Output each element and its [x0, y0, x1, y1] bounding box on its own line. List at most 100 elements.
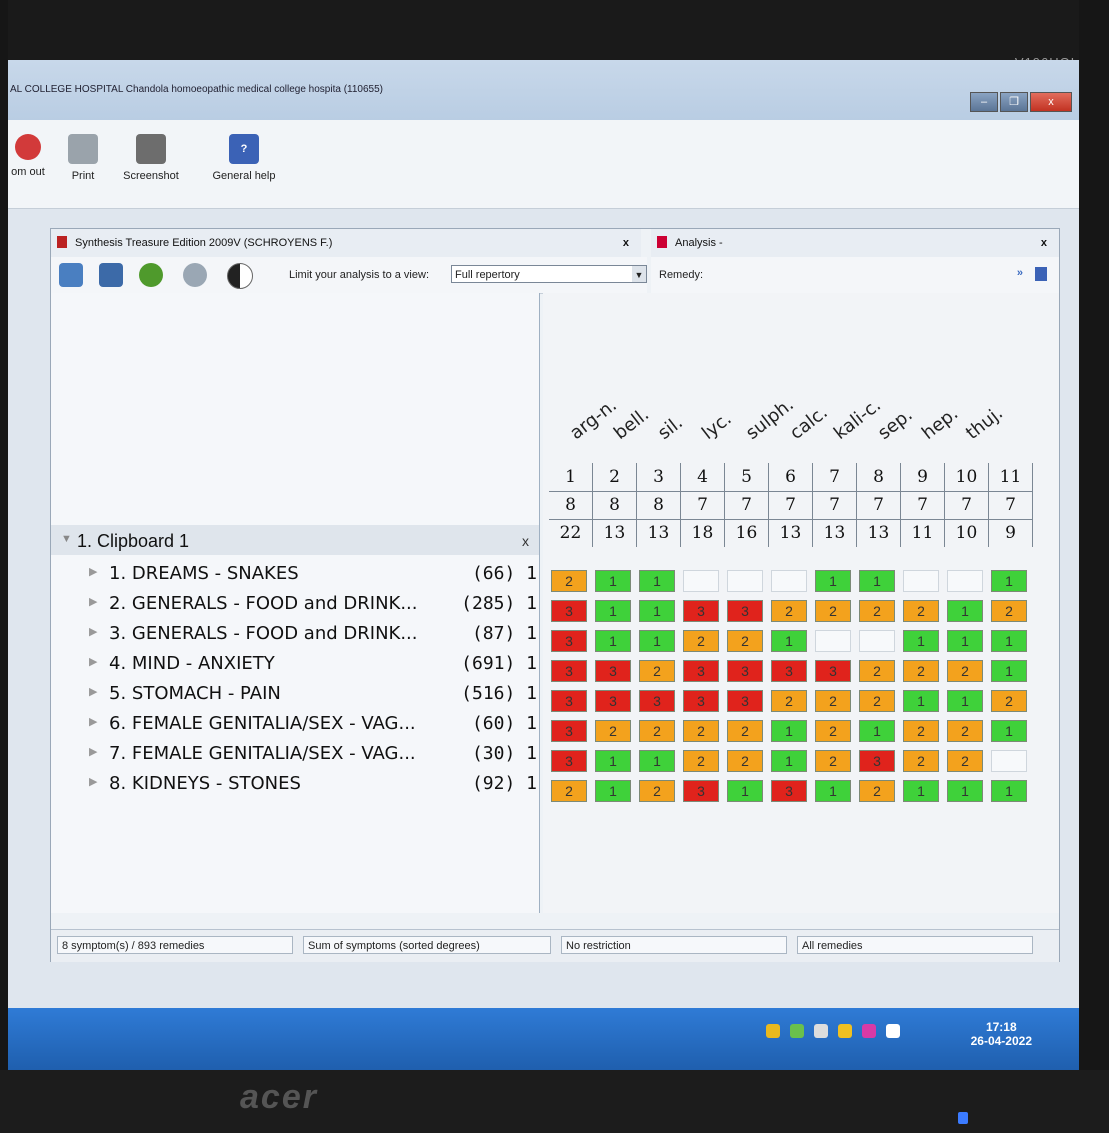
grade-cell[interactable]: 1 [991, 660, 1027, 682]
grade-cell[interactable]: 2 [903, 750, 939, 772]
grade-cell[interactable]: 3 [639, 690, 675, 712]
expand-icon[interactable]: ▶ [89, 775, 97, 788]
grade-cell[interactable]: 3 [551, 720, 587, 742]
symptom-row[interactable]: ▶ 3. GENERALS - FOOD and DRINK... (87) 1 [51, 619, 539, 649]
grade-cell[interactable]: 1 [903, 630, 939, 652]
globe-icon[interactable] [183, 263, 207, 287]
grade-cell[interactable]: 1 [991, 630, 1027, 652]
grade-cell[interactable]: 2 [947, 660, 983, 682]
grade-cell[interactable]: 2 [771, 690, 807, 712]
tray-flag-icon[interactable] [886, 1024, 900, 1038]
grade-cell[interactable]: 1 [595, 630, 631, 652]
grade-cell[interactable]: 1 [859, 570, 895, 592]
remedy-name[interactable]: lyc. [698, 408, 736, 444]
remedy-name[interactable]: sulph. [742, 394, 798, 444]
expand-icon[interactable]: ▶ [89, 595, 97, 608]
grade-cell[interactable]: 1 [595, 750, 631, 772]
grade-cell[interactable]: 2 [815, 600, 851, 622]
grade-cell[interactable]: 2 [551, 780, 587, 802]
clipboard-header[interactable]: ▼ 1. Clipboard 1 x [51, 525, 539, 555]
grade-cell[interactable]: 1 [595, 600, 631, 622]
grade-cell[interactable]: 1 [595, 570, 631, 592]
grade-cell[interactable]: 2 [815, 690, 851, 712]
symptom-row[interactable]: ▶ 8. KIDNEYS - STONES (92) 1 [51, 769, 539, 799]
grade-cell[interactable]: 1 [771, 630, 807, 652]
grade-cell[interactable]: 3 [551, 750, 587, 772]
grade-cell[interactable]: 3 [551, 690, 587, 712]
expand-icon[interactable]: ▶ [89, 655, 97, 668]
double-chevron-icon[interactable]: » [1017, 267, 1023, 279]
grade-cell[interactable]: 2 [595, 720, 631, 742]
tray-q-icon[interactable] [862, 1024, 876, 1038]
grade-cell[interactable]: 1 [595, 780, 631, 802]
synthesis-tab[interactable]: Synthesis Treasure Edition 2009V (SCHROY… [51, 229, 641, 258]
expand-icon[interactable]: ▶ [89, 685, 97, 698]
zoom-out-button[interactable]: om out [8, 134, 48, 178]
grade-cell[interactable]: 2 [859, 600, 895, 622]
grade-cell[interactable] [727, 570, 763, 592]
grade-cell[interactable]: 1 [815, 780, 851, 802]
tray-app-icon[interactable] [766, 1024, 780, 1038]
grade-cell[interactable]: 1 [639, 570, 675, 592]
remedy-name[interactable]: thuj. [962, 402, 1007, 444]
print-button[interactable]: Print [58, 134, 108, 182]
close-analysis-tab-button[interactable]: x [1041, 237, 1047, 249]
grade-cell[interactable]: 2 [639, 660, 675, 682]
help-icon[interactable] [1035, 267, 1047, 281]
grade-cell[interactable]: 2 [815, 750, 851, 772]
grade-cell[interactable]: 3 [815, 660, 851, 682]
grade-cell[interactable]: 3 [551, 600, 587, 622]
grade-cell[interactable]: 2 [903, 720, 939, 742]
maximize-button[interactable]: ❐ [1000, 92, 1028, 112]
grade-cell[interactable]: 2 [947, 750, 983, 772]
grade-cell[interactable]: 2 [727, 720, 763, 742]
screenshot-button[interactable]: Screenshot [116, 134, 186, 182]
grade-cell[interactable]: 1 [947, 690, 983, 712]
restriction-select[interactable]: No restriction [561, 936, 787, 954]
grade-cell[interactable]: 1 [991, 570, 1027, 592]
grade-cell[interactable]: 2 [727, 630, 763, 652]
symptom-row[interactable]: ▶ 5. STOMACH - PAIN (516) 1 [51, 679, 539, 709]
grade-cell[interactable]: 1 [991, 720, 1027, 742]
grade-cell[interactable]: 2 [859, 780, 895, 802]
symptom-row[interactable]: ▶ 4. MIND - ANXIETY (691) 1 [51, 649, 539, 679]
grade-cell[interactable]: 2 [639, 780, 675, 802]
grade-cell[interactable]: 1 [771, 720, 807, 742]
close-synthesis-tab-button[interactable]: x [623, 237, 629, 249]
grade-cell[interactable]: 1 [771, 750, 807, 772]
grade-cell[interactable]: 3 [727, 690, 763, 712]
grade-cell[interactable]: 2 [903, 660, 939, 682]
tree-icon[interactable] [139, 263, 163, 287]
building-icon[interactable] [99, 263, 123, 287]
grade-cell[interactable]: 3 [683, 660, 719, 682]
grade-cell[interactable]: 1 [903, 690, 939, 712]
grade-cell[interactable]: 1 [903, 780, 939, 802]
remedy-name[interactable]: kali-c. [830, 395, 885, 444]
grade-cell[interactable]: 3 [595, 690, 631, 712]
remedy-name[interactable]: hep. [918, 403, 962, 444]
grade-cell[interactable]: 3 [771, 780, 807, 802]
grade-cell[interactable] [683, 570, 719, 592]
grade-cell[interactable]: 1 [639, 630, 675, 652]
grade-cell[interactable]: 3 [551, 630, 587, 652]
remedy-name[interactable]: sil. [654, 412, 687, 444]
symptom-row[interactable]: ▶ 2. GENERALS - FOOD and DRINK... (285) 1 [51, 589, 539, 619]
tray-security-icon[interactable] [838, 1024, 852, 1038]
symptom-row[interactable]: ▶ 1. DREAMS - SNAKES (66) 1 [51, 559, 539, 589]
close-window-button[interactable]: x [1030, 92, 1072, 112]
sort-select[interactable]: Sum of symptoms (sorted degrees) [303, 936, 551, 954]
grade-cell[interactable]: 2 [859, 660, 895, 682]
general-help-button[interactable]: ? General help [206, 134, 282, 182]
remedies-select[interactable]: All remedies [797, 936, 1033, 954]
expand-icon[interactable]: ▶ [89, 565, 97, 578]
grade-cell[interactable]: 2 [859, 690, 895, 712]
grade-cell[interactable]: 3 [551, 660, 587, 682]
grade-cell[interactable]: 2 [991, 690, 1027, 712]
grade-cell[interactable]: 2 [683, 630, 719, 652]
tray-speaker-icon[interactable] [814, 1024, 828, 1038]
minimize-button[interactable]: – [970, 92, 998, 112]
grade-cell[interactable]: 1 [991, 780, 1027, 802]
contrast-icon[interactable] [227, 263, 253, 289]
expand-icon[interactable]: ▶ [89, 715, 97, 728]
taskbar-clock[interactable]: 17:18 26-04-2022 [971, 1020, 1032, 1048]
